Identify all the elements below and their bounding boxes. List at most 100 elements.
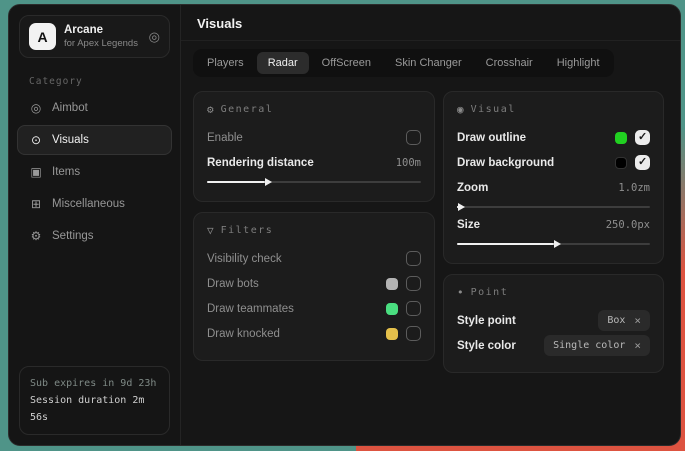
session-duration-text: Session duration 2m 56s: [30, 392, 159, 426]
visibility-check-label: Visibility check: [207, 253, 398, 265]
zoom-value: 1.0zm: [618, 182, 650, 194]
panel-visual-title: Visual: [471, 104, 516, 115]
draw-background-checkbox[interactable]: [635, 155, 650, 170]
style-color-value: Single color: [553, 340, 625, 351]
tab-crosshair[interactable]: Crosshair: [475, 52, 544, 74]
size-value: 250.0px: [606, 219, 650, 231]
draw-background-color-swatch[interactable]: [615, 157, 627, 169]
sidebar: A Arcane for Apex Legends ◎ Category ◎ A…: [9, 5, 181, 445]
draw-background-row: Draw background: [457, 152, 650, 173]
page-title: Visuals: [181, 5, 680, 41]
panel-filters-title: Filters: [221, 225, 274, 236]
sidebar-item-settings[interactable]: ⚙ Settings: [17, 221, 172, 251]
style-point-label: Style point: [457, 315, 590, 327]
draw-teammates-row: Draw teammates: [207, 298, 421, 319]
panel-point: • Point Style point Box × Style color S: [443, 274, 664, 373]
draw-outline-checkbox[interactable]: [635, 130, 650, 145]
size-slider[interactable]: [457, 243, 650, 245]
zoom-label: Zoom: [457, 182, 610, 194]
sidebar-nav: ◎ Aimbot ⊙ Visuals ▣ Items ⊞ Miscellaneo…: [9, 93, 180, 251]
draw-outline-row: Draw outline: [457, 127, 650, 148]
point-icon: •: [457, 286, 464, 299]
category-label: Category: [29, 76, 180, 87]
subscription-info: Sub expires in 9d 23h Session duration 2…: [19, 366, 170, 435]
draw-knocked-color-swatch[interactable]: [386, 328, 398, 340]
enable-checkbox[interactable]: [406, 130, 421, 145]
app-brand: A Arcane for Apex Legends ◎: [19, 15, 170, 58]
draw-knocked-checkbox[interactable]: [406, 326, 421, 341]
panel-general-title: General: [221, 104, 274, 115]
panel-general: ⚙ General Enable Rendering distance 100m: [193, 91, 435, 202]
items-icon: ▣: [29, 165, 43, 179]
panel-visual: ◉ Visual Draw outline Draw background: [443, 91, 664, 264]
draw-outline-label: Draw outline: [457, 132, 607, 144]
gear-icon: ⚙: [29, 229, 43, 243]
target-icon[interactable]: ◎: [149, 29, 160, 45]
sidebar-item-label: Aimbot: [52, 102, 88, 114]
draw-outline-color-swatch[interactable]: [615, 132, 627, 144]
app-subtitle: for Apex Legends: [64, 38, 141, 50]
sidebar-item-miscellaneous[interactable]: ⊞ Miscellaneous: [17, 189, 172, 219]
slider-fill[interactable]: [457, 243, 554, 245]
content-area: ⚙ General Enable Rendering distance 100m: [181, 77, 680, 373]
enable-row: Enable: [207, 127, 421, 148]
visuals-icon: ⊙: [29, 133, 43, 147]
rendering-distance-label: Rendering distance: [207, 157, 388, 169]
size-label: Size: [457, 219, 598, 231]
sidebar-item-label: Settings: [52, 230, 94, 242]
style-color-label: Style color: [457, 340, 536, 352]
draw-bots-color-swatch[interactable]: [386, 278, 398, 290]
rendering-distance-slider[interactable]: [207, 181, 421, 183]
rendering-distance-value: 100m: [396, 157, 421, 169]
sidebar-item-visuals[interactable]: ⊙ Visuals: [17, 125, 172, 155]
close-icon[interactable]: ×: [634, 339, 641, 352]
tab-radar[interactable]: Radar: [257, 52, 309, 74]
slider-fill[interactable]: [207, 181, 265, 183]
draw-background-label: Draw background: [457, 157, 607, 169]
panel-filters: ▽ Filters Visibility check Draw bots Dra…: [193, 212, 435, 361]
app-name: Arcane: [64, 23, 141, 37]
zoom-slider[interactable]: [457, 206, 650, 208]
tab-players[interactable]: Players: [196, 52, 255, 74]
sidebar-item-label: Items: [52, 166, 80, 178]
panel-point-title: Point: [471, 287, 509, 298]
draw-bots-row: Draw bots: [207, 273, 421, 294]
visibility-check-checkbox[interactable]: [406, 251, 421, 266]
style-point-row: Style point Box ×: [457, 310, 650, 331]
gear-icon: ⚙: [207, 103, 214, 116]
draw-teammates-color-swatch[interactable]: [386, 303, 398, 315]
main-area: Visuals Players Radar OffScreen Skin Cha…: [181, 5, 680, 445]
sidebar-item-items[interactable]: ▣ Items: [17, 157, 172, 187]
aimbot-icon: ◎: [29, 101, 43, 115]
tab-highlight[interactable]: Highlight: [546, 52, 611, 74]
style-color-row: Style color Single color ×: [457, 335, 650, 356]
draw-bots-checkbox[interactable]: [406, 276, 421, 291]
draw-teammates-label: Draw teammates: [207, 303, 378, 315]
size-row: Size 250.0px: [457, 214, 650, 235]
draw-knocked-row: Draw knocked: [207, 323, 421, 344]
visibility-check-row: Visibility check: [207, 248, 421, 269]
tab-skin-changer[interactable]: Skin Changer: [384, 52, 473, 74]
sidebar-item-label: Visuals: [52, 134, 89, 146]
funnel-icon: ▽: [207, 224, 214, 237]
style-point-chip[interactable]: Box ×: [598, 310, 650, 331]
zoom-row: Zoom 1.0zm: [457, 177, 650, 198]
draw-teammates-checkbox[interactable]: [406, 301, 421, 316]
enable-label: Enable: [207, 132, 398, 144]
logo-letter: A: [37, 29, 47, 45]
close-icon[interactable]: ×: [634, 314, 641, 327]
tab-offscreen[interactable]: OffScreen: [311, 52, 382, 74]
draw-bots-label: Draw bots: [207, 278, 378, 290]
style-point-value: Box: [607, 315, 625, 326]
slider-fill[interactable]: [457, 206, 458, 208]
grid-icon: ⊞: [29, 197, 43, 211]
app-window: A Arcane for Apex Legends ◎ Category ◎ A…: [8, 4, 681, 446]
rendering-distance-row: Rendering distance 100m: [207, 152, 421, 173]
sidebar-item-label: Miscellaneous: [52, 198, 125, 210]
sidebar-item-aimbot[interactable]: ◎ Aimbot: [17, 93, 172, 123]
app-logo: A: [29, 23, 56, 50]
style-color-chip[interactable]: Single color ×: [544, 335, 650, 356]
draw-knocked-label: Draw knocked: [207, 328, 378, 340]
sidebar-spacer: [9, 251, 180, 356]
eye-icon: ◉: [457, 103, 464, 116]
